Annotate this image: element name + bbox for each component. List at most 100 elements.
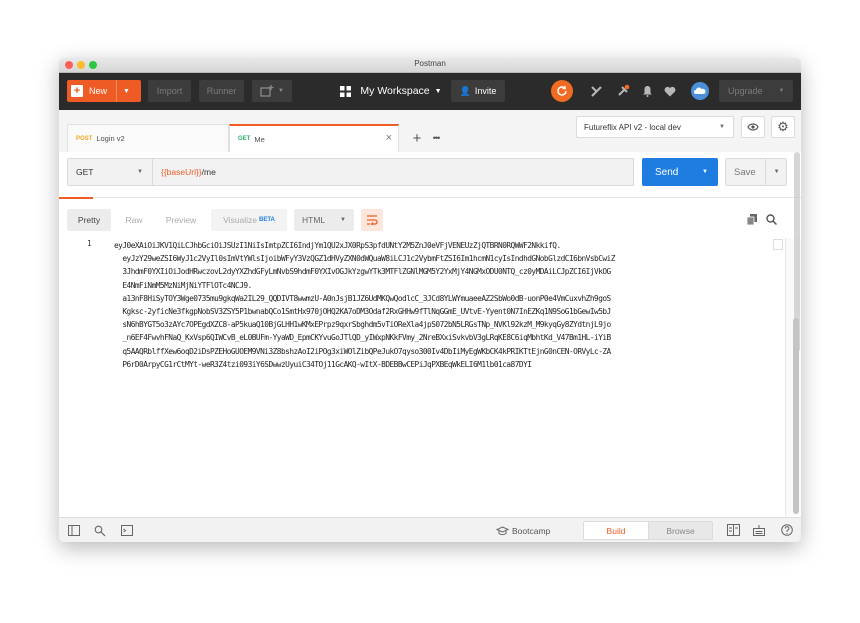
environment-selector[interactable]: Futureflix API v2 - local dev ▼ [576, 116, 734, 138]
chevron-down-icon: ▼ [778, 88, 785, 94]
interceptor-icon[interactable] [588, 83, 604, 99]
workspace-switcher[interactable]: My Workspace ▼ [337, 80, 445, 102]
url-value: {{baseUrl}}/me [161, 167, 216, 177]
plus-icon[interactable]: + [409, 128, 425, 148]
tab-raw[interactable]: Raw [117, 209, 151, 231]
heart-icon[interactable] [662, 83, 678, 99]
tab-visualize[interactable]: Visualize BETA [211, 209, 287, 231]
chevron-down-icon: ▼ [773, 169, 780, 175]
plus-icon: + [71, 85, 83, 97]
visualize-label: Visualize [223, 215, 257, 225]
grid-icon [340, 85, 352, 97]
help-icon[interactable] [780, 523, 794, 537]
divider [116, 80, 118, 102]
code-line: a13nF8HiSyTOY3Wge0735mu9gkqWa2IL29_QQDIV… [114, 293, 611, 303]
send-label: Send [655, 166, 679, 178]
import-button[interactable]: Import [148, 80, 191, 102]
response-toolbar: Pretty Raw Preview Visualize BETA HTML ▼ [59, 202, 801, 238]
build-tab[interactable]: Build [583, 521, 649, 540]
tab-login-v2[interactable]: POST Login v2 [67, 124, 229, 152]
tab-preview[interactable]: Preview [157, 209, 205, 231]
tab-name: Me [254, 134, 265, 144]
upgrade-label: Upgrade [728, 86, 763, 96]
tab-me[interactable]: GET Me × [229, 124, 399, 152]
environment-label: Futureflix API v2 - local dev [584, 122, 681, 132]
bootcamp-icon[interactable] [495, 524, 509, 537]
code-line: eyJ0eXAiOiJKV1QiLCJhbGciOiJSUzI1NiIsImtp… [114, 241, 561, 250]
new-button[interactable]: + New ▼ [67, 80, 141, 102]
find-replace-icon[interactable] [93, 524, 106, 537]
save-button[interactable]: Save ▼ [725, 158, 787, 186]
code-line: E4NmFiNmM5MzNiMjNiYTFlOTc4NCJ9. [114, 280, 252, 290]
status-bar: Bootcamp Build Browse [59, 517, 801, 542]
request-tab-bar: POST Login v2 GET Me × + ••• Futureflix … [59, 110, 801, 153]
two-pane-view-icon[interactable] [726, 523, 740, 537]
bootcamp-label[interactable]: Bootcamp [512, 523, 562, 538]
chevron-down-icon: ▼ [434, 87, 442, 95]
add-user-icon: 👤 [459, 85, 471, 96]
search-icon[interactable] [764, 212, 778, 226]
response-splitter [59, 197, 801, 198]
url-text: {{baseUrl}}/me [161, 167, 216, 177]
url-input[interactable]: {{baseUrl}}/me [153, 158, 634, 186]
divider [764, 159, 766, 185]
runner-button[interactable]: Runner [199, 80, 244, 102]
code-line: q5AAQRblffXew6oqD2iDsPZEHoGUOEM9VNi3Z8bs… [114, 346, 611, 356]
keyboard-shortcuts-icon[interactable] [752, 523, 766, 537]
wrap-lines-icon[interactable] [361, 209, 383, 231]
gear-icon[interactable]: ⚙ [771, 116, 795, 138]
browse-tab[interactable]: Browse [649, 521, 713, 540]
response-code[interactable]: eyJ0eXAiOiJKV1QiLCJhbGciOiJSUzI1NiIsImtp… [97, 239, 787, 397]
upgrade-button[interactable]: Upgrade ▼ [719, 80, 793, 102]
tab-name: Login v2 [96, 134, 125, 143]
code-line: 3JhdmF0YXIiOiJodHRwczovL2dyYXZhdGFyLmNvb… [114, 267, 611, 277]
close-icon[interactable]: × [386, 132, 392, 144]
url-variable: {{baseUrl}} [161, 167, 202, 177]
send-button[interactable]: Send ▼ [642, 158, 718, 186]
format-label: HTML [302, 215, 326, 225]
invite-button[interactable]: 👤 Invite [451, 80, 505, 102]
title-bar: Postman [59, 58, 801, 73]
new-label: New [89, 86, 108, 96]
tab-method: POST [76, 135, 93, 142]
eye-icon[interactable] [741, 116, 765, 138]
code-line: eyJzY29weZSI6WyJ1c2VyIl0sImVtYWlsIjoibWF… [114, 254, 615, 264]
response-body: 1 eyJ0eXAiOiJKV1QiLCJhbGciOiJSUzI1NiIsIm… [59, 238, 801, 516]
more-tabs-icon[interactable]: ••• [428, 128, 444, 148]
method-selector[interactable]: GET ▼ [67, 158, 153, 186]
satellite-icon[interactable] [615, 83, 631, 99]
copy-icon[interactable] [745, 212, 759, 226]
sidebar-toggle-icon[interactable] [67, 524, 80, 537]
format-selector[interactable]: HTML ▼ [294, 209, 354, 231]
chevron-down-icon: ▼ [340, 217, 346, 223]
url-path: /me [201, 167, 216, 177]
sync-icon[interactable] [551, 80, 573, 102]
beta-badge: BETA [258, 217, 275, 223]
active-section-indicator [59, 197, 93, 199]
chevron-down-icon[interactable]: ▼ [123, 88, 130, 95]
tab-method: GET [238, 136, 251, 142]
postman-window: Postman + New ▼ Import Runner ▼ My Works… [59, 58, 801, 542]
request-bar: GET ▼ {{baseUrl}}/me Send ▼ Save ▼ [59, 152, 801, 202]
chevron-down-icon[interactable]: ▼ [702, 169, 708, 175]
tab-pretty[interactable]: Pretty [67, 209, 111, 231]
new-window-button[interactable]: ▼ [252, 80, 292, 102]
save-label: Save [734, 166, 756, 178]
invite-label: Invite [474, 86, 497, 96]
avatar[interactable] [691, 82, 709, 100]
new-window-icon [260, 85, 274, 97]
code-line: _n6EF4FwvhFNaQ_KxVsp6QIWCvB_eL0BUFm-YyaW… [114, 333, 611, 343]
line-number: 1 [87, 239, 92, 248]
chevron-down-icon: ▼ [719, 124, 725, 130]
chevron-down-icon: ▼ [278, 88, 284, 94]
outer-scrollbar[interactable] [794, 152, 800, 352]
app-header: + New ▼ Import Runner ▼ My Workspace ▼ 👤… [59, 73, 801, 110]
fold-guide [773, 239, 783, 250]
bell-icon[interactable] [639, 83, 655, 99]
method-label: GET [76, 167, 94, 177]
console-icon[interactable] [120, 524, 133, 537]
window-title: Postman [414, 59, 446, 68]
code-line: P6rD0ArpyCG1rCtMYt-weR3Z4tzi093iY6SDwwzU… [114, 359, 532, 369]
workspace-label: My Workspace [360, 85, 430, 97]
chevron-down-icon: ▼ [137, 169, 143, 175]
